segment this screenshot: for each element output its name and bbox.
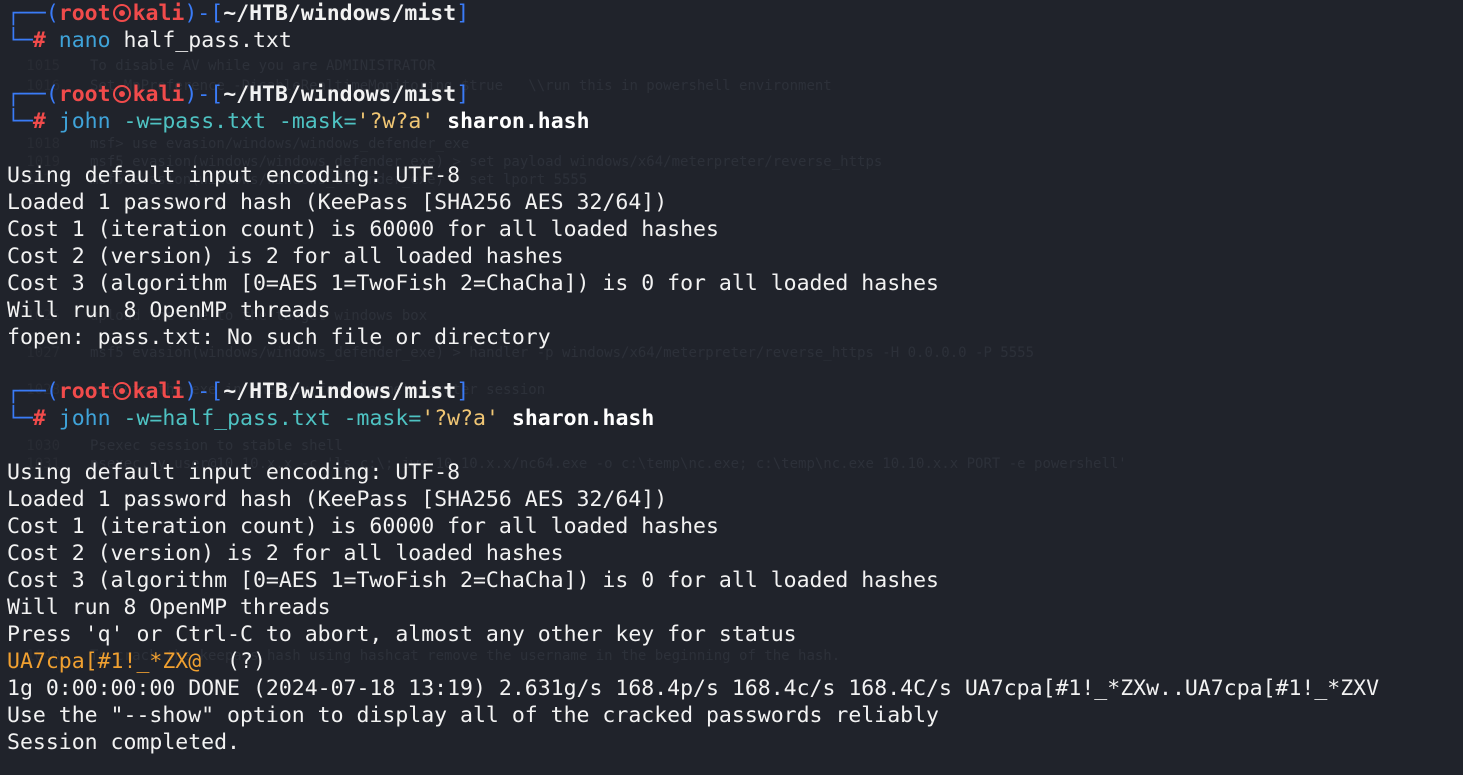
output-line: Session completed. bbox=[7, 730, 240, 755]
kali-skull-icon bbox=[112, 85, 131, 103]
command-line: └─# john -w=pass.txt -mask='?w?a' sharon… bbox=[7, 109, 590, 134]
output-line: Cost 3 (algorithm [0=AES 1=TwoFish 2=Cha… bbox=[7, 568, 939, 593]
output-line: Using default input encoding: UTF-8 bbox=[7, 460, 461, 485]
output-line: 1g 0:00:00:00 DONE (2024-07-18 13:19) 2.… bbox=[7, 676, 1380, 701]
command-line: └─# nano half_pass.txt bbox=[7, 28, 292, 53]
output-line: Cost 1 (iteration count) is 60000 for al… bbox=[7, 514, 719, 539]
output-line: Loaded 1 password hash (KeePass [SHA256 … bbox=[7, 190, 668, 215]
output-line: Loaded 1 password hash (KeePass [SHA256 … bbox=[7, 487, 668, 512]
output-line: Cost 1 (iteration count) is 60000 for al… bbox=[7, 217, 719, 242]
output-line: Will run 8 OpenMP threads bbox=[7, 595, 331, 620]
prompt-line: ┌──(root kali)-[~/HTB/windows/mist] bbox=[7, 379, 470, 404]
output-line: Cost 3 (algorithm [0=AES 1=TwoFish 2=Cha… bbox=[7, 271, 939, 296]
output-line: Using default input encoding: UTF-8 bbox=[7, 163, 461, 188]
prompt-line: ┌──(root kali)-[~/HTB/windows/mist] bbox=[7, 82, 470, 107]
output-line: Cost 2 (version) is 2 for all loaded has… bbox=[7, 541, 564, 566]
cracked-password-line: UA7cpa[#1!_*ZX@ (?) bbox=[7, 649, 266, 674]
prompt-line: ┌──(root kali)-[~/HTB/windows/mist] bbox=[7, 1, 470, 26]
kali-skull-icon bbox=[112, 382, 131, 400]
kali-skull-icon bbox=[112, 4, 131, 22]
terminal-output[interactable]: ┌──(root kali)-[~/HTB/windows/mist] └─# n… bbox=[7, 0, 1457, 756]
output-line: Cost 2 (version) is 2 for all loaded has… bbox=[7, 244, 564, 269]
command-line: └─# john -w=half_pass.txt -mask='?w?a' s… bbox=[7, 406, 655, 431]
output-line: Press 'q' or Ctrl-C to abort, almost any… bbox=[7, 622, 797, 647]
cracked-password: UA7cpa[#1!_*ZX@ bbox=[7, 649, 202, 674]
output-line: Use the "--show" option to display all o… bbox=[7, 703, 939, 728]
terminal-window[interactable]: 1015 To disable AV while you are ADMINIST… bbox=[0, 0, 1463, 775]
error-line: fopen: pass.txt: No such file or directo… bbox=[7, 325, 551, 350]
output-line: Will run 8 OpenMP threads bbox=[7, 298, 331, 323]
